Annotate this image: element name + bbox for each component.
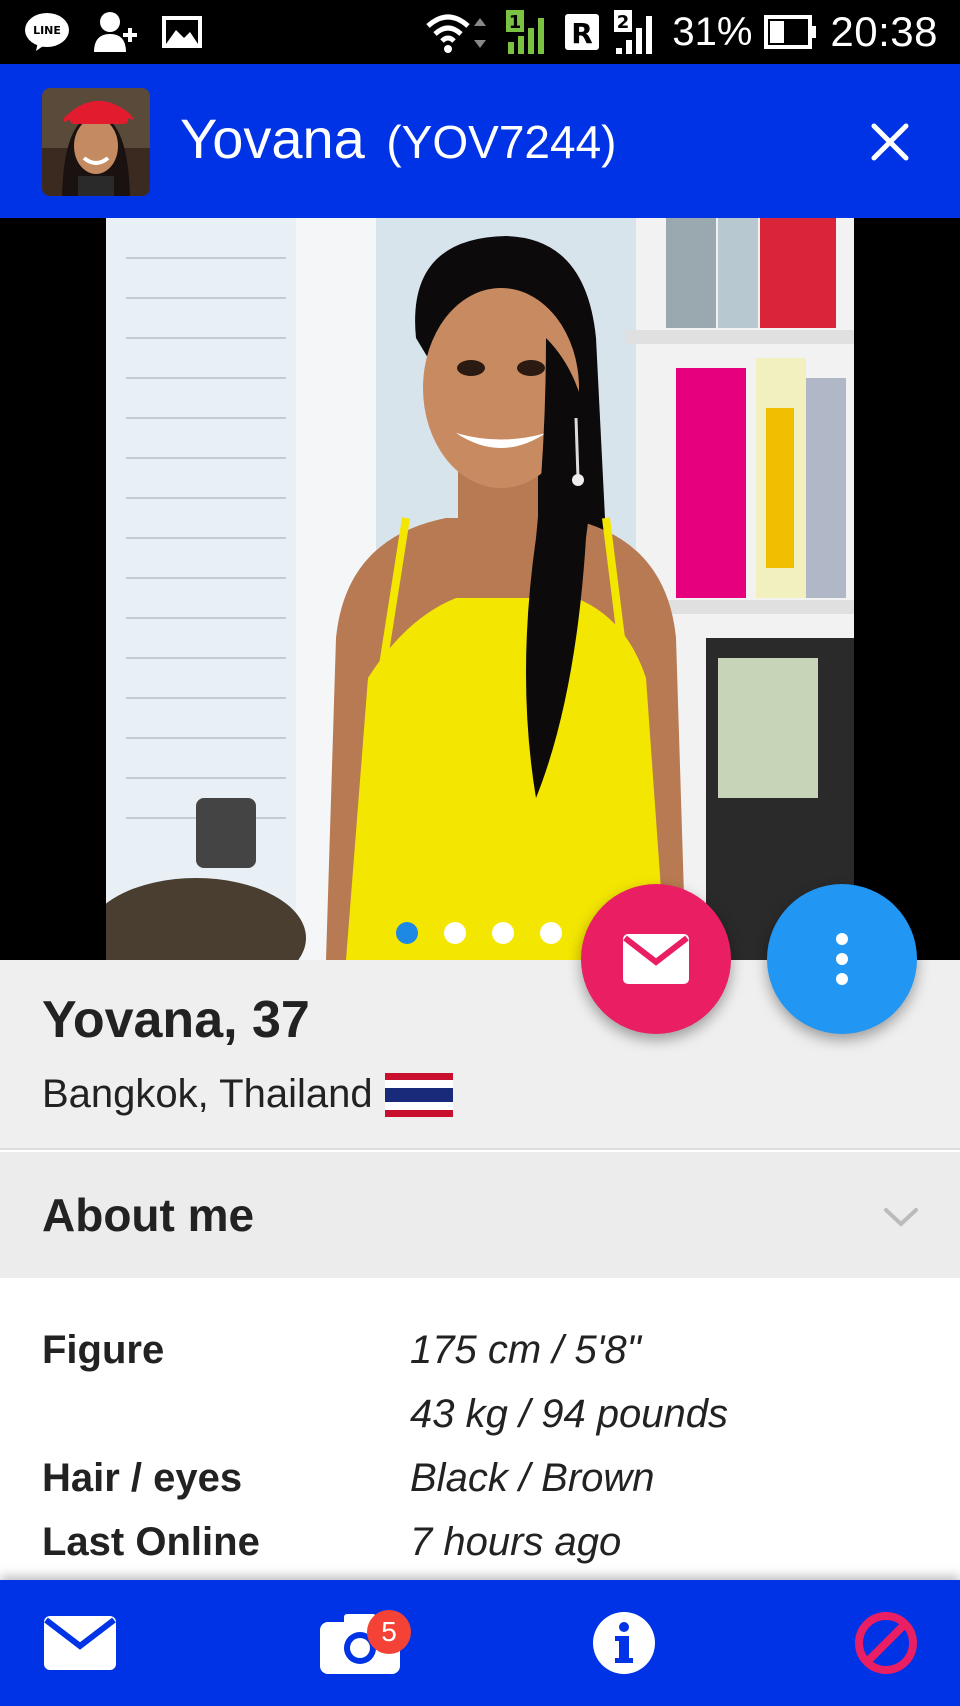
battery-icon (764, 15, 817, 49)
wifi-icon (426, 14, 487, 53)
detail-value: Black / Brown (410, 1456, 655, 1500)
profile-name-age: Yovana, 37 (42, 991, 310, 1049)
svg-text:LINE: LINE (33, 24, 61, 37)
line-app-icon: LINE (25, 13, 69, 51)
page-dot[interactable] (444, 922, 466, 944)
svg-text:2: 2 (617, 12, 630, 33)
about-me-title: About me (42, 1189, 255, 1241)
status-bar: LINE 1 R 2 31% 20:38 (0, 0, 960, 64)
header-name: Yovana (180, 107, 365, 170)
close-icon[interactable] (860, 112, 920, 172)
nav-photos-button[interactable]: 5 (305, 1580, 415, 1706)
profile-location: Bangkok, Thailand (42, 1072, 453, 1117)
profile-header-title: Yovana (YOV7244) (180, 106, 616, 171)
chevron-down-icon[interactable] (882, 1198, 920, 1236)
photo-page-indicator (396, 922, 562, 944)
photo-carousel[interactable] (0, 218, 960, 960)
more-options-button[interactable] (767, 884, 917, 1034)
page-dot[interactable] (540, 922, 562, 944)
signal-sim2-icon: 2 (614, 10, 653, 54)
mail-icon (44, 1616, 116, 1670)
nav-info-button[interactable] (584, 1580, 664, 1706)
nav-messages-button[interactable] (30, 1580, 130, 1706)
bottom-nav: 5 (0, 1580, 960, 1706)
page-dot[interactable] (396, 922, 418, 944)
detail-value: 7 hours ago (410, 1520, 622, 1564)
mail-icon (623, 934, 689, 984)
about-me-section-header[interactable]: About me (0, 1152, 960, 1278)
image-icon (162, 16, 202, 48)
detail-value-height: 175 cm / 5'8" (410, 1328, 641, 1372)
detail-label: Last Online (42, 1520, 260, 1564)
photos-count-badge: 5 (367, 1610, 411, 1654)
detail-label: Hair / eyes (42, 1456, 243, 1500)
app-bar: Yovana (YOV7244) (0, 64, 960, 218)
signal-sim1-icon: 1 (506, 10, 545, 54)
location-text: Bangkok, Thailand (42, 1072, 373, 1116)
svg-text:1: 1 (509, 12, 522, 33)
svg-text:R: R (572, 17, 594, 50)
send-message-button[interactable] (581, 884, 731, 1034)
block-icon (855, 1612, 917, 1674)
nav-block-button[interactable] (846, 1580, 926, 1706)
page-dot[interactable] (492, 922, 514, 944)
detail-label: Figure (42, 1328, 165, 1372)
more-vertical-icon (836, 933, 848, 985)
add-contact-icon (94, 12, 137, 52)
info-icon (593, 1612, 655, 1674)
battery-percent: 31% (672, 9, 753, 54)
sim-roaming-icon: R (565, 14, 600, 50)
about-me-details: Figure 175 cm / 5'8" 43 kg / 94 pounds H… (0, 1278, 960, 1580)
header-member-code: (YOV7244) (386, 116, 617, 168)
profile-photo[interactable] (106, 218, 854, 960)
detail-value-weight: 43 kg / 94 pounds (410, 1392, 729, 1436)
thailand-flag-icon (384, 1072, 453, 1117)
clock: 20:38 (830, 8, 938, 55)
avatar[interactable] (42, 88, 150, 196)
